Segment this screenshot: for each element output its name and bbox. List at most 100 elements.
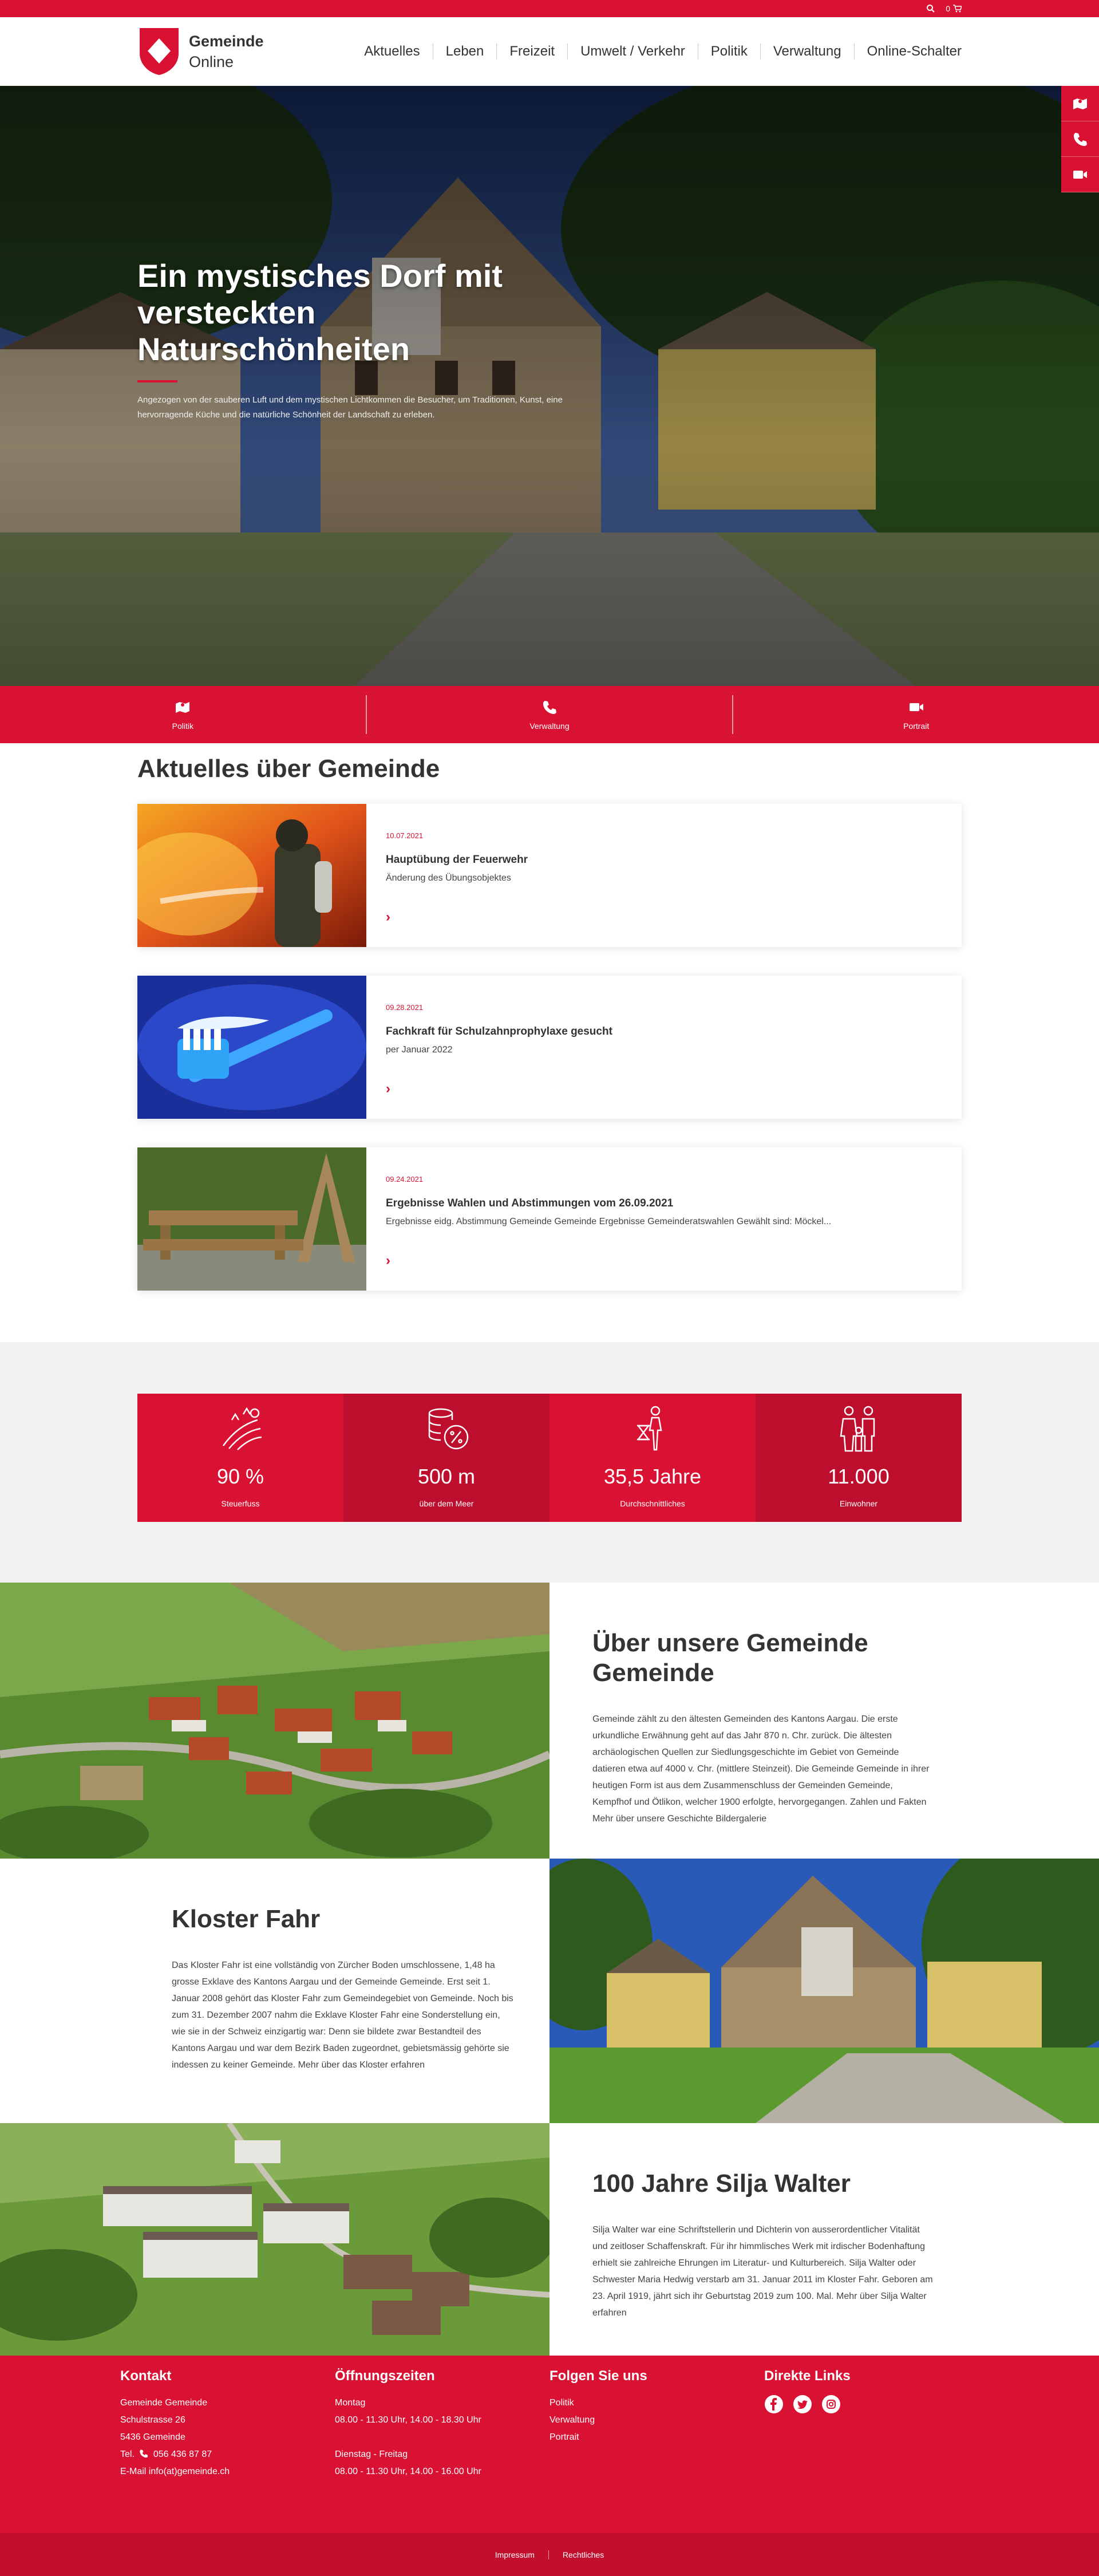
news-card[interactable]: 09.24.2021 Ergebnisse Wahlen und Abstimm…	[137, 1147, 962, 1291]
family-icon	[840, 1406, 875, 1452]
cart-icon	[953, 5, 962, 13]
hero-section: Ein mystisches Dorf mit versteckten Natu…	[0, 86, 1099, 686]
quick-link-label: Portrait	[903, 721, 930, 731]
quick-link-label: Politik	[172, 721, 194, 731]
stat-label: über dem Meer	[419, 1499, 474, 1508]
news-date: 09.24.2021	[386, 1175, 424, 1184]
news-section: Aktuelles über Gemeinde 10.07.2021 Haupt…	[137, 743, 962, 1342]
chevron-right-icon[interactable]: ›	[386, 1253, 390, 1269]
hero-title: Ein mystisches Dorf mit versteckten Natu…	[137, 258, 503, 367]
news-card[interactable]: 10.07.2021 Hauptübung der Feuerwehr Ände…	[137, 804, 962, 947]
news-date: 10.07.2021	[386, 831, 424, 840]
search-icon[interactable]	[926, 4, 935, 13]
footer-link-politik[interactable]: Politik	[550, 2394, 764, 2412]
nav-item-aktuelles[interactable]: Aktuelles	[351, 44, 432, 60]
quick-links-bar: Politik Verwaltung Portrait	[0, 686, 1099, 743]
nav-item-umwelt-verkehr[interactable]: Umwelt / Verkehr	[567, 44, 698, 60]
stat-value: 11.000	[828, 1465, 890, 1488]
quick-link-politik[interactable]: Politik	[0, 686, 366, 743]
impressum-link[interactable]: Impressum	[481, 2550, 548, 2559]
section-text: Das Kloster Fahr ist eine vollständig vo…	[172, 1960, 513, 2070]
footer-direct-links: Direkte Links	[764, 2368, 979, 2480]
stat-tile: 11.000 Einwohner	[756, 1394, 962, 1522]
stat-value: 90 %	[216, 1465, 264, 1488]
news-card[interactable]: 09.28.2021 Fachkraft für Schulzahnprophy…	[137, 976, 962, 1119]
news-image-picnic-table	[137, 1147, 366, 1291]
instagram-icon[interactable]	[821, 2394, 841, 2414]
coins-percent-icon	[428, 1408, 469, 1450]
news-title[interactable]: Ergebnisse Wahlen und Abstimmungen vom 2…	[386, 1197, 942, 1210]
stat-tile: 90 % Steuerfuss	[137, 1394, 343, 1522]
cart-button[interactable]: 0	[946, 4, 962, 13]
footer-heading: Kontakt	[120, 2368, 172, 2384]
utility-bar: 0	[0, 0, 1099, 17]
nav-item-online-schalter[interactable]: Online-Schalter	[853, 44, 962, 60]
chevron-right-icon[interactable]: ›	[386, 1081, 390, 1097]
stat-tile: 500 m über dem Meer	[343, 1394, 550, 1522]
stat-value: 35,5 Jahre	[603, 1465, 702, 1488]
news-image-toothbrush	[137, 976, 366, 1119]
footer-heading: Direkte Links	[764, 2368, 851, 2384]
contact-email[interactable]: E-Mail info(at)gemeinde.ch	[120, 2463, 335, 2480]
footer-follow: Folgen Sie uns Politik Verwaltung Portra…	[550, 2368, 764, 2480]
stat-value: 500 m	[417, 1465, 476, 1488]
site-header: Gemeinde Online Aktuelles Leben Freizeit…	[0, 17, 1099, 86]
side-map-button[interactable]	[1061, 86, 1099, 121]
footer-heading: Folgen Sie uns	[550, 2368, 647, 2384]
contact-phone[interactable]: Tel. 056 436 87 87	[120, 2446, 335, 2463]
chevron-right-icon[interactable]: ›	[386, 909, 390, 925]
footer-link-portrait[interactable]: Portrait	[550, 2429, 764, 2446]
nav-item-leben[interactable]: Leben	[432, 44, 497, 60]
facebook-icon[interactable]	[764, 2394, 784, 2414]
footer-contact: Kontakt Gemeinde Gemeinde Schulstrasse 2…	[120, 2368, 335, 2480]
about-section: Über unsere Gemeinde Gemeinde Gemeinde z…	[0, 1583, 1099, 1859]
stat-label: Durchschnittliches	[620, 1499, 685, 1508]
stats-section: 90 % Steuerfuss 500 m über dem Meer 35,5…	[0, 1342, 1099, 1583]
barn-image	[550, 1859, 1099, 2123]
section-title: Kloster Fahr	[172, 1905, 321, 1933]
stat-label: Steuerfuss	[221, 1499, 260, 1508]
nav-item-freizeit[interactable]: Freizeit	[496, 44, 567, 60]
side-phone-button[interactable]	[1061, 121, 1099, 157]
hero-title-underline	[137, 380, 177, 382]
news-title[interactable]: Fachkraft für Schulzahnprophylaxe gesuch…	[386, 1025, 942, 1038]
site-footer: Kontakt Gemeinde Gemeinde Schulstrasse 2…	[0, 2356, 1099, 2533]
map-icon	[176, 702, 190, 713]
footer-link-verwaltung[interactable]: Verwaltung	[550, 2412, 764, 2429]
hours-day: Dienstag - Freitag	[335, 2449, 408, 2459]
person-hourglass-icon	[637, 1406, 662, 1451]
news-subtitle: Ergebnisse eidg. Abstimmung Gemeinde Gem…	[386, 1217, 832, 1226]
stat-label: Einwohner	[839, 1499, 878, 1508]
quick-link-verwaltung[interactable]: Verwaltung	[365, 695, 733, 734]
side-video-button[interactable]	[1061, 157, 1099, 192]
rechtliches-link[interactable]: Rechtliches	[548, 2550, 618, 2559]
site-logo[interactable]: Gemeinde Online	[137, 26, 264, 77]
contact-street: Schulstrasse 26	[120, 2415, 185, 2425]
news-heading: Aktuelles über Gemeinde	[137, 755, 440, 783]
quick-link-portrait[interactable]: Portrait	[732, 695, 1099, 734]
side-quick-buttons	[1061, 86, 1099, 192]
phone-icon	[140, 2449, 148, 2458]
hours-time: 08.00 - 11.30 Uhr, 14.00 - 18.30 Uhr	[335, 2415, 481, 2425]
nav-item-politik[interactable]: Politik	[697, 44, 760, 60]
footer-heading: Öffnungszeiten	[335, 2368, 435, 2384]
shield-logo-icon	[140, 28, 179, 75]
logo-line-2: Online	[189, 53, 234, 70]
map-icon	[1073, 98, 1087, 109]
section-text: Silja Walter war eine Schriftstellerin u…	[592, 2225, 933, 2318]
aerial-village-image	[0, 1583, 550, 1859]
nav-item-verwaltung[interactable]: Verwaltung	[760, 44, 854, 60]
footer-hours: Öffnungszeiten Montag 08.00 - 11.30 Uhr,…	[335, 2368, 550, 2480]
contact-name: Gemeinde Gemeinde	[120, 2398, 208, 2408]
news-subtitle: Änderung des Übungsobjektes	[386, 873, 511, 883]
news-title[interactable]: Hauptübung der Feuerwehr	[386, 854, 942, 866]
phone-icon	[543, 701, 556, 714]
video-icon	[1073, 170, 1087, 179]
twitter-icon[interactable]	[793, 2394, 812, 2414]
cart-count: 0	[946, 4, 950, 13]
logo-line-1: Gemeinde	[189, 33, 264, 50]
section-text: Gemeinde zählt zu den ältesten Gemeinden…	[592, 1714, 930, 1824]
hero-text: Angezogen von der sauberen Luft und dem …	[137, 395, 563, 420]
field-icon	[222, 1407, 262, 1450]
news-subtitle: per Januar 2022	[386, 1045, 453, 1055]
